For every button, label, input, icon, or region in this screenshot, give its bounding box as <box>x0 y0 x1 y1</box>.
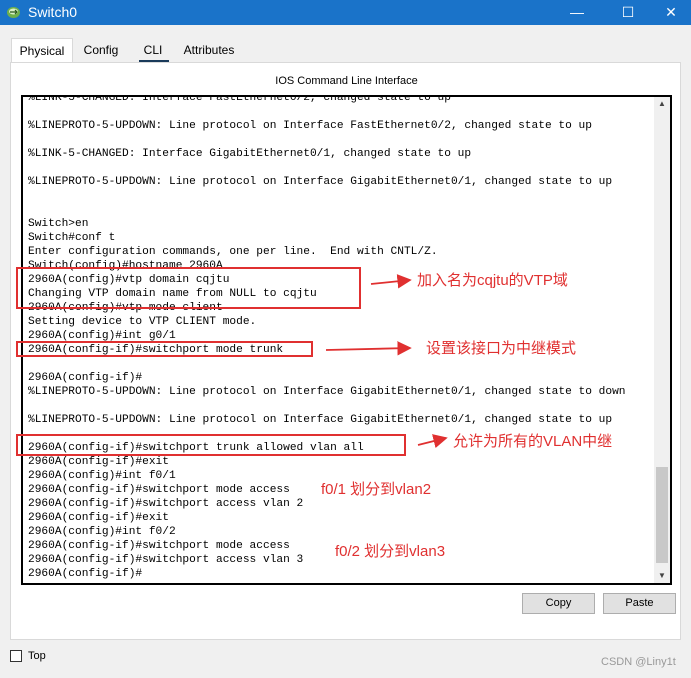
annotation-f02: f0/2 划分到vlan3 <box>335 543 446 560</box>
csdn-watermark: CSDN @Liny1t <box>601 656 676 668</box>
top-checkbox[interactable] <box>10 650 22 662</box>
arrow-trunk-mode <box>325 341 412 356</box>
annotation-f01: f0/1 划分到vlan2 <box>321 481 432 498</box>
arrow-vtp-domain <box>370 274 412 289</box>
top-label: Top <box>28 650 46 662</box>
annotation-allowed-vlan: 允许为所有的VLAN中继 <box>453 433 613 450</box>
annotation-trunk-mode: 设置该接口为中继模式 <box>426 340 577 357</box>
annotation-arrows <box>325 274 448 449</box>
arrow-allowed-vlan <box>417 434 448 449</box>
annotation-vtp-domain: 加入名为cqjtu的VTP域 <box>417 272 568 289</box>
